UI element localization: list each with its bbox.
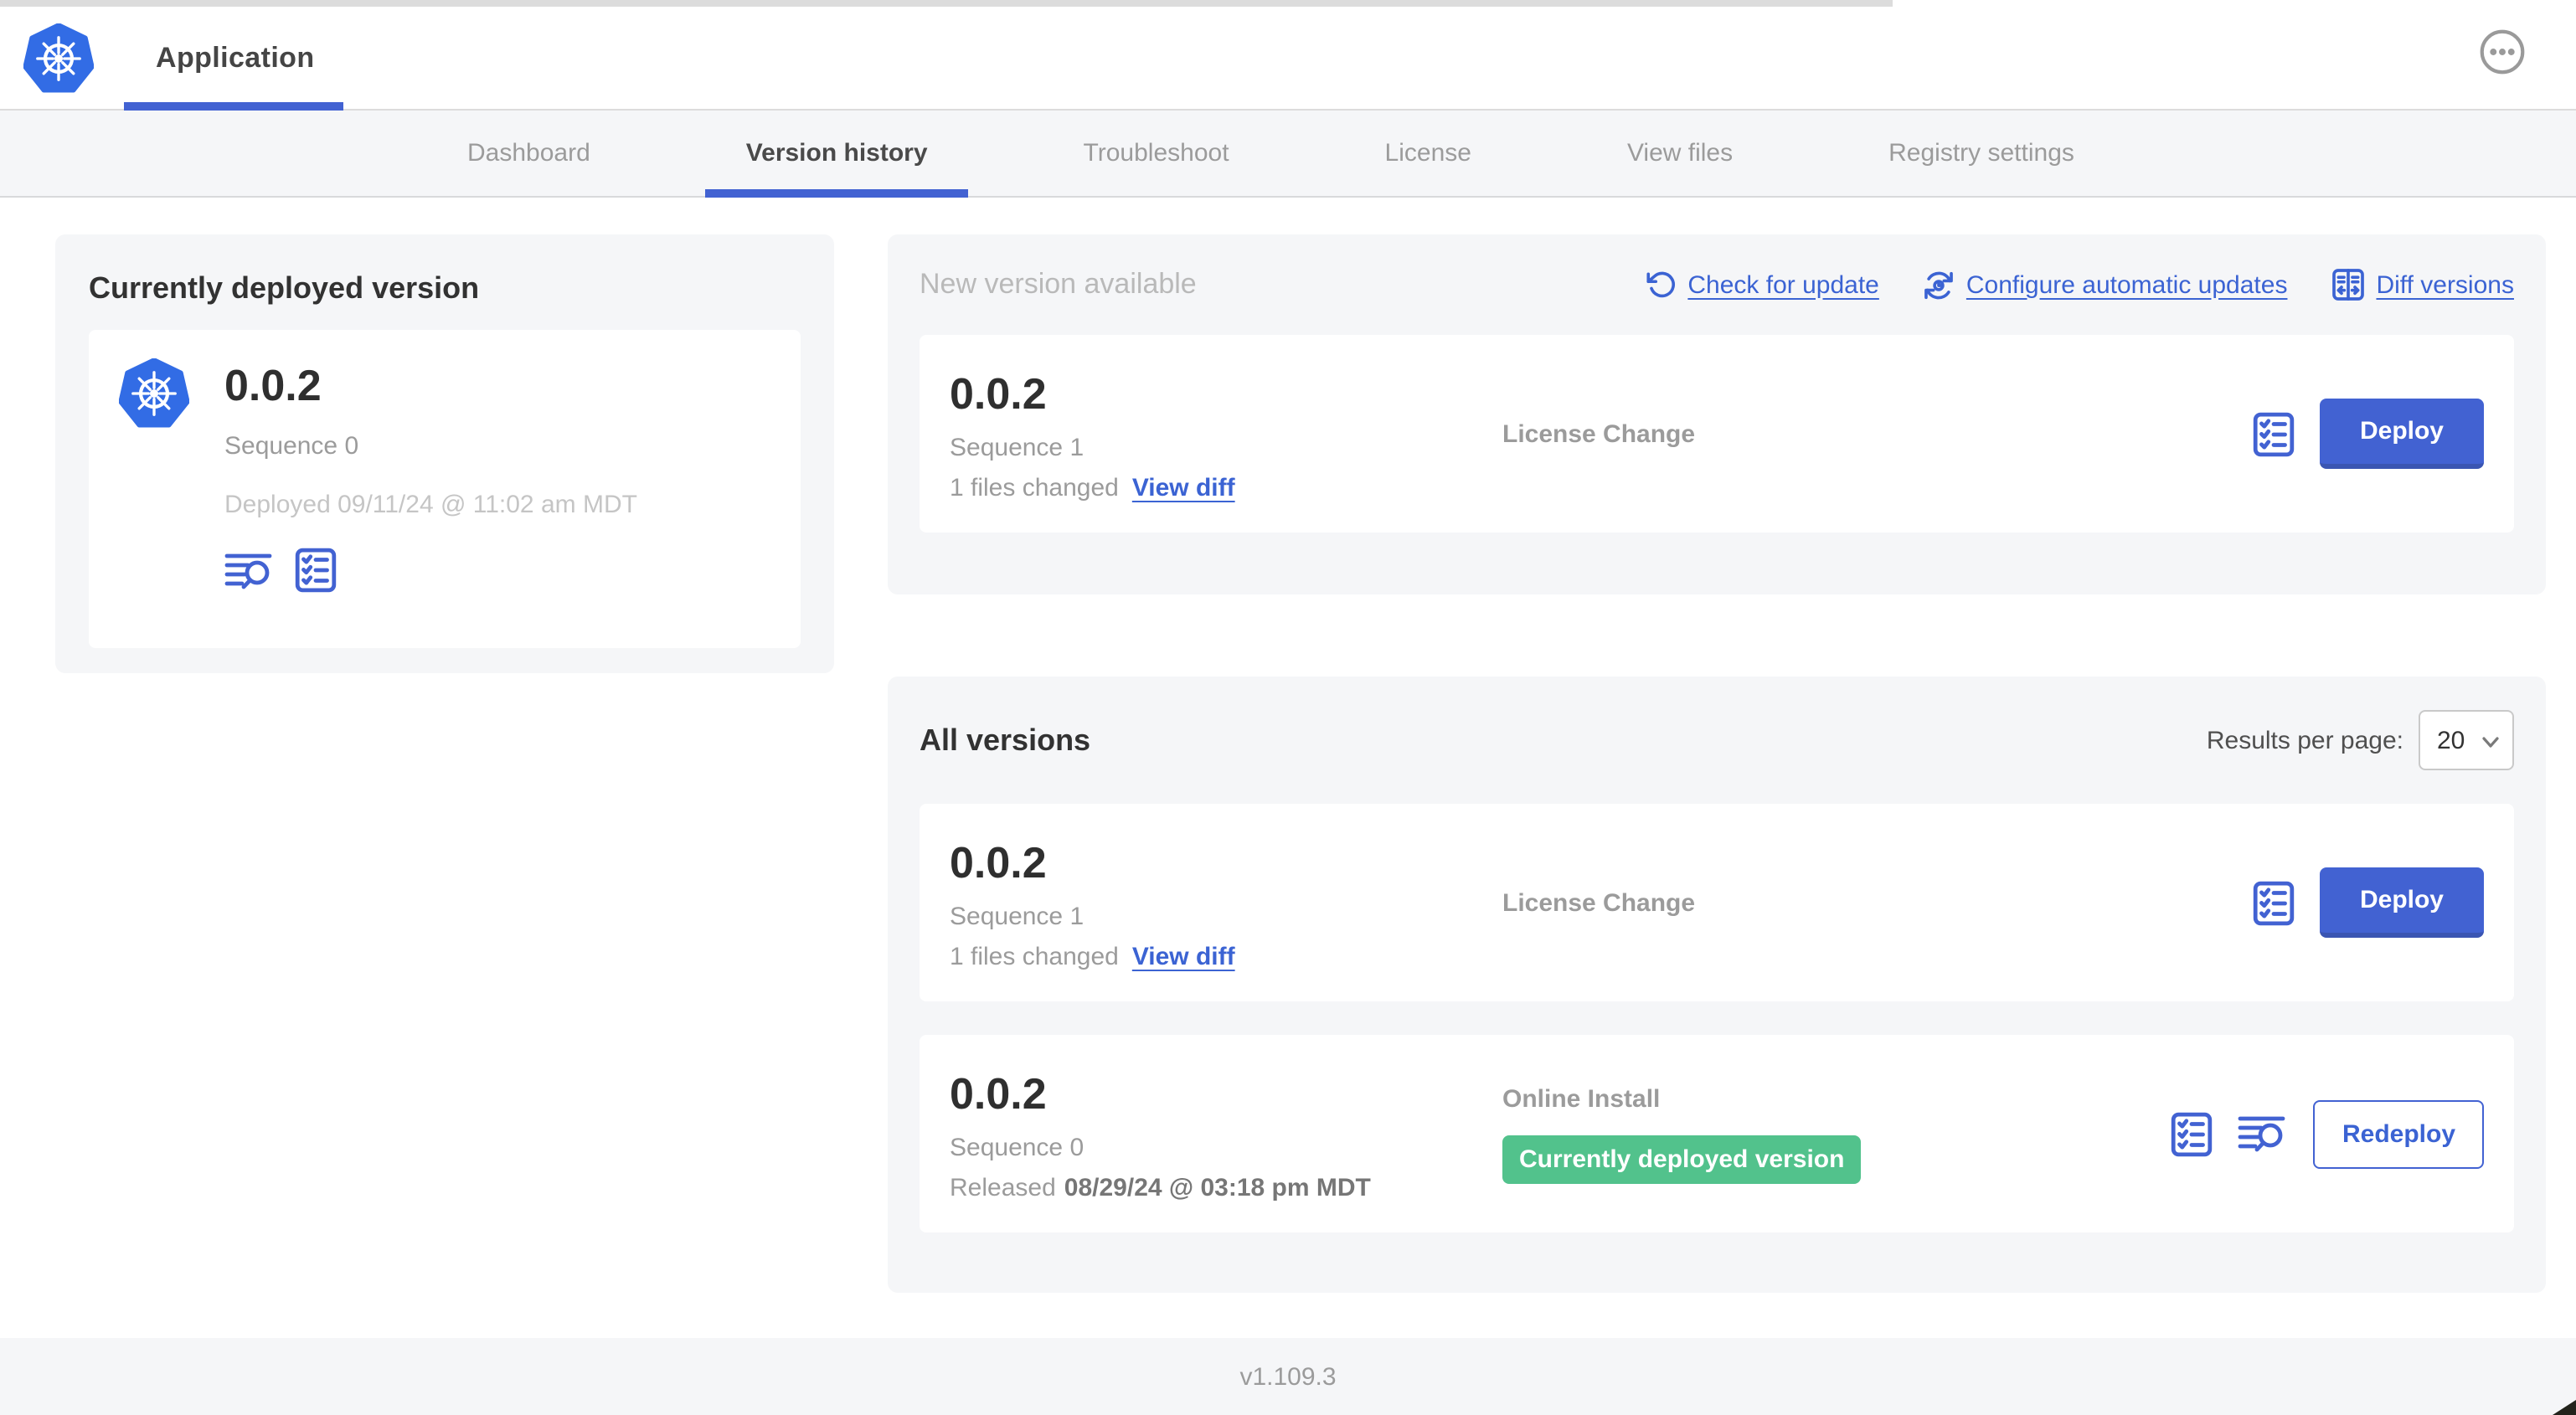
- view-deploy-logs-button[interactable]: [224, 550, 275, 590]
- diff-versions-link[interactable]: Diff versions: [2331, 268, 2514, 301]
- version-row: 0.0.2 Sequence 1 1 files changed View di…: [920, 804, 2514, 1001]
- app-header: Application: [0, 0, 2576, 111]
- app-tab-title[interactable]: Application: [156, 41, 315, 75]
- view-diff-link[interactable]: View diff: [1132, 473, 1235, 502]
- deployed-sequence: Sequence 0: [224, 432, 359, 461]
- cursor-artifact: [2553, 1400, 2576, 1415]
- app-subnav: Dashboard Version history Troubleshoot L…: [0, 111, 2576, 198]
- view-diff-link[interactable]: View diff: [1132, 942, 1235, 970]
- deployed-version-number: 0.0.2: [224, 360, 322, 410]
- view-deploy-logs-button[interactable]: [2239, 1114, 2289, 1154]
- new-version-title: New version available: [920, 268, 1197, 300]
- chevron-down-icon: [2482, 726, 2499, 754]
- checklist-icon: [295, 548, 337, 593]
- checklist-icon: [2253, 880, 2295, 925]
- results-per-page-select[interactable]: 20: [2419, 710, 2514, 770]
- new-version-row: 0.0.2 Sequence 1 1 files changed View di…: [920, 335, 2514, 533]
- checklist-icon: [2172, 1111, 2213, 1156]
- tab-view-files[interactable]: View files: [1587, 111, 1773, 196]
- currently-deployed-badge: Currently deployed version: [1502, 1135, 1862, 1183]
- screenshot-edge-artifact: [0, 0, 1893, 7]
- deployed-timestamp: Deployed 09/11/24 @ 11:02 am MDT: [224, 491, 637, 519]
- version-number: 0.0.2: [950, 836, 1047, 887]
- app-manager-version: v1.109.3: [1239, 1362, 1337, 1391]
- version-history-content: Currently deployed version 0.0.2 Sequenc…: [0, 198, 2576, 1293]
- configure-automatic-updates-label: Configure automatic updates: [1965, 270, 2288, 299]
- tab-version-history[interactable]: Version history: [705, 111, 969, 198]
- check-for-update-label: Check for update: [1687, 270, 1879, 299]
- kots-admin-console: Application Dashboard Version history Tr…: [0, 0, 2576, 1415]
- logs-icon: [224, 550, 275, 590]
- results-per-page-value: 20: [2437, 726, 2465, 754]
- ellipsis-icon: [2479, 28, 2526, 75]
- currently-deployed-card: Currently deployed version 0.0.2 Sequenc…: [55, 234, 834, 673]
- tab-troubleshoot[interactable]: Troubleshoot: [1043, 111, 1270, 196]
- new-version-panel: New version available Check for update C…: [888, 234, 2546, 594]
- files-changed: 1 files changed: [950, 942, 1119, 970]
- version-source-block: Online Install Currently deployed versio…: [1502, 1084, 2172, 1183]
- deploy-button[interactable]: Deploy: [2319, 867, 2484, 938]
- version-number: 0.0.2: [950, 368, 1047, 418]
- diff-icon: [2331, 268, 2364, 301]
- results-per-page-label: Results per page:: [2206, 726, 2403, 754]
- version-sequence: Sequence 1: [950, 433, 1084, 461]
- active-app-tab-underline: [124, 102, 343, 111]
- app-footer: v1.109.3: [0, 1338, 2576, 1415]
- clock-refresh-icon: [1923, 269, 1955, 301]
- preflight-checks-button[interactable]: [2172, 1111, 2213, 1156]
- more-menu-button[interactable]: [2479, 28, 2526, 75]
- version-number: 0.0.2: [950, 1068, 1047, 1118]
- checklist-icon: [2253, 411, 2295, 456]
- all-versions-title: All versions: [920, 723, 1091, 756]
- tab-license[interactable]: License: [1345, 111, 1512, 196]
- deployed-card-title: Currently deployed version: [89, 271, 480, 305]
- configure-automatic-updates-link[interactable]: Configure automatic updates: [1923, 269, 2288, 301]
- logs-icon: [2239, 1114, 2289, 1154]
- version-row-deployed: 0.0.2 Sequence 0 Released 08/29/24 @ 03:1…: [920, 1035, 2514, 1232]
- version-source: Online Install: [1502, 1084, 1661, 1113]
- version-sequence: Sequence 0: [950, 1133, 1084, 1161]
- preflight-checks-button[interactable]: [2253, 880, 2295, 925]
- deploy-button[interactable]: Deploy: [2319, 399, 2484, 469]
- check-for-update-link[interactable]: Check for update: [1646, 270, 1879, 300]
- tab-registry-settings[interactable]: Registry settings: [1848, 111, 2115, 196]
- tab-dashboard[interactable]: Dashboard: [427, 111, 631, 196]
- refresh-icon: [1646, 270, 1676, 300]
- released-label: Released: [950, 1173, 1056, 1201]
- kubernetes-logo-icon: [23, 23, 94, 93]
- version-history-column: New version available Check for update C…: [888, 234, 2546, 1293]
- diff-versions-label: Diff versions: [2376, 270, 2514, 299]
- preflight-checks-button[interactable]: [2253, 411, 2295, 456]
- version-source: License Change: [1502, 888, 1696, 917]
- deployed-version-card: 0.0.2 Sequence 0 Deployed 09/11/24 @ 11:…: [89, 330, 801, 648]
- all-versions-panel: All versions Results per page: 20 0.0.2 …: [888, 677, 2546, 1293]
- preflight-checks-button[interactable]: [295, 548, 337, 593]
- version-source: License Change: [1502, 419, 1696, 448]
- files-changed: 1 files changed: [950, 473, 1119, 502]
- version-sequence: Sequence 1: [950, 902, 1084, 930]
- kubernetes-app-icon: [119, 358, 189, 429]
- redeploy-button[interactable]: Redeploy: [2313, 1099, 2484, 1168]
- released-timestamp: 08/29/24 @ 03:18 pm MDT: [1064, 1173, 1371, 1201]
